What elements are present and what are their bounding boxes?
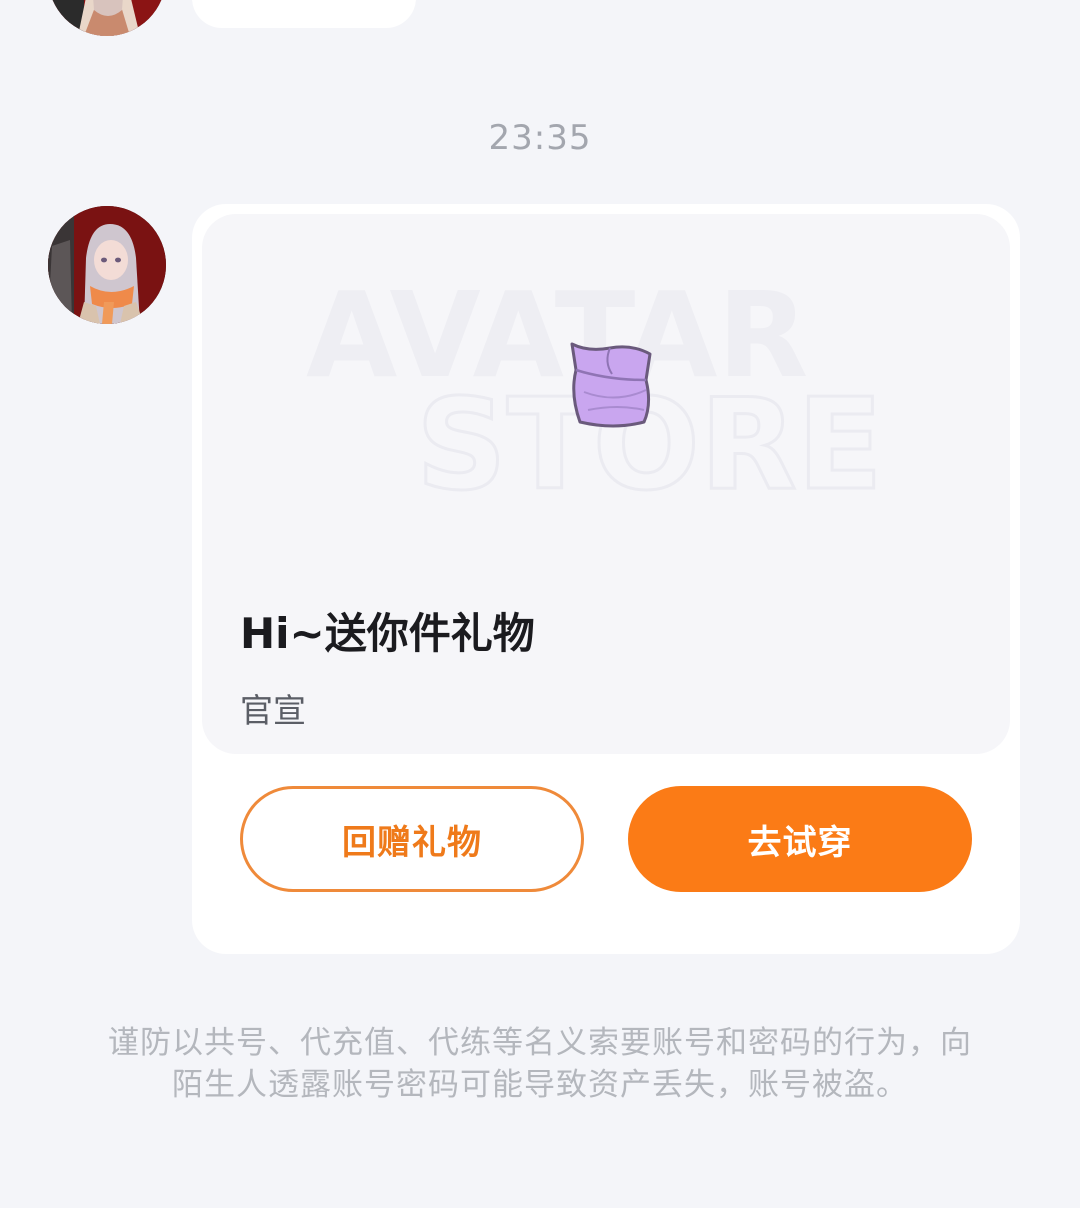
sender-avatar-previous[interactable] bbox=[48, 0, 166, 36]
message-timestamp: 23:35 bbox=[488, 118, 592, 158]
previous-message-bubble[interactable] bbox=[192, 0, 416, 28]
purple-tube-top-icon bbox=[570, 342, 652, 428]
gift-sender: 官宣 bbox=[240, 691, 306, 730]
sender-avatar[interactable] bbox=[48, 206, 166, 324]
gift-title: Hi~送你件礼物 bbox=[240, 609, 535, 658]
gift-message-card[interactable]: AVATAR STORE Hi~送你件礼物 官宣 回赠礼物 去试穿 bbox=[192, 204, 1020, 954]
return-gift-button[interactable]: 回赠礼物 bbox=[240, 786, 584, 892]
gift-preview[interactable]: AVATAR STORE bbox=[202, 214, 1010, 754]
try-on-button[interactable]: 去试穿 bbox=[628, 786, 972, 892]
avatar-store-watermark: AVATAR STORE bbox=[306, 266, 884, 520]
security-notice: 谨防以共号、代充值、代练等名义索要账号和密码的行为，向陌生人透露账号密码可能导致… bbox=[108, 1025, 972, 1103]
